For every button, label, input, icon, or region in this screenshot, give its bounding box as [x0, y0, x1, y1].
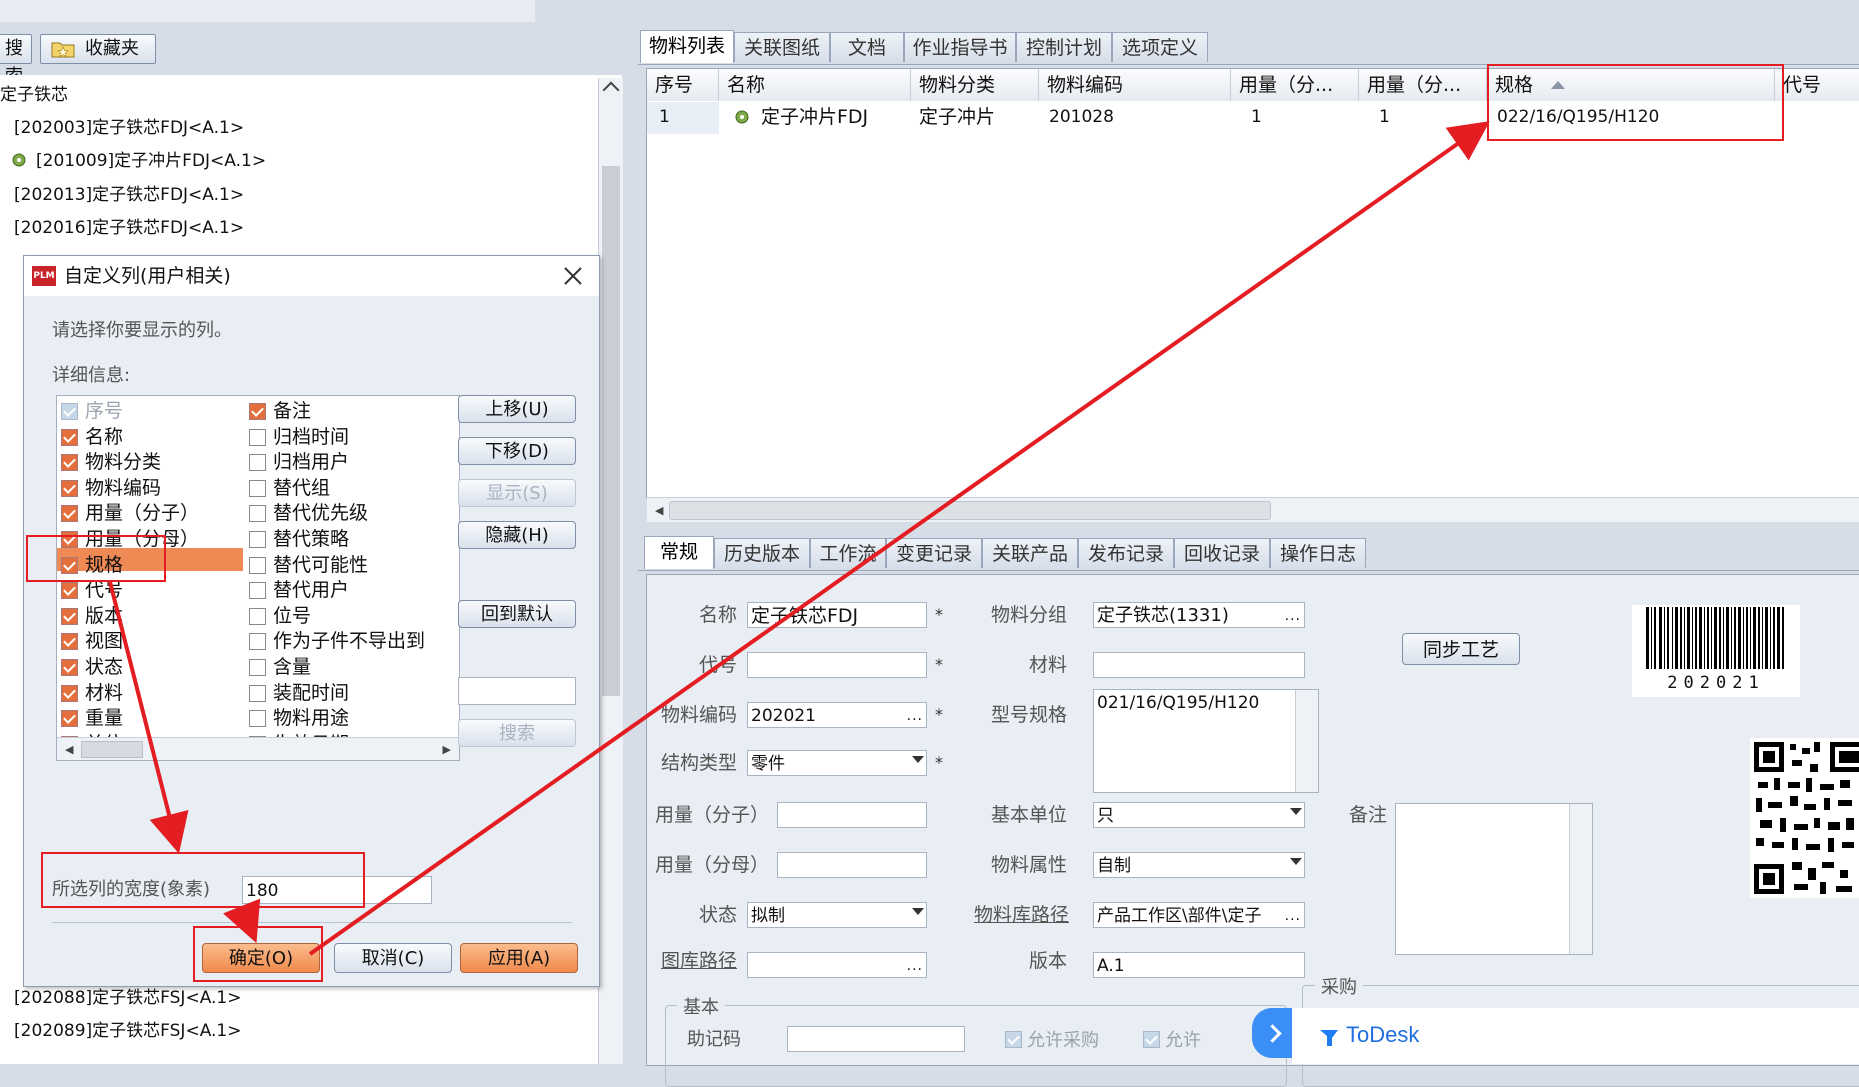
annotation-arrows: [108, 121, 1490, 956]
